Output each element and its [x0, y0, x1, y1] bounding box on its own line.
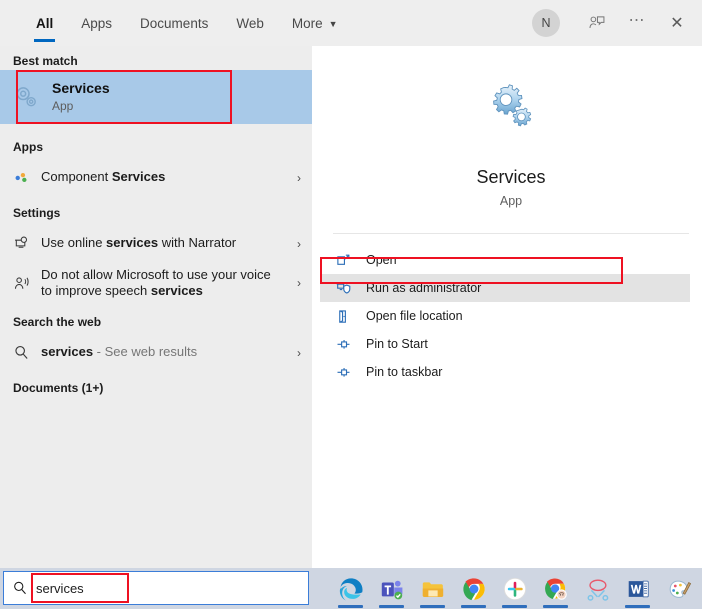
best-match-title: Services [52, 79, 110, 96]
action-label: Open file location [366, 309, 463, 323]
preview-app-kind: App [499, 194, 523, 208]
person-feedback-icon[interactable] [578, 3, 616, 43]
taskbar-item-google-chrome[interactable] [453, 568, 494, 609]
chevron-right-icon[interactable]: › [286, 276, 312, 290]
running-indicator [338, 605, 363, 608]
action-label: Pin to Start [366, 337, 428, 351]
running-indicator [420, 605, 445, 608]
taskbar-app-icons [330, 568, 699, 609]
taskbar-item-file-explorer[interactable] [412, 568, 453, 609]
result-do-not-allow-speech-services[interactable]: Do not allow Microsoft to use your voice… [0, 260, 312, 306]
documents-heading: Documents (1+) [13, 381, 104, 395]
chevron-right-icon[interactable]: › [286, 237, 312, 251]
component-services-icon [13, 169, 41, 186]
search-icon [13, 344, 41, 361]
taskbar-item-paint[interactable] [658, 568, 699, 609]
best-match-text: Services App [52, 79, 110, 115]
result-label: Component Services [41, 169, 166, 185]
web-heading: Search the web [13, 315, 102, 329]
settings-heading: Settings [13, 206, 61, 220]
app-preview-panel: Services App Open Run as administrator O… [320, 46, 702, 568]
search-filter-tabs: All Apps Documents Web More ▼ [0, 0, 352, 46]
taskbar-item-chrome-profile[interactable] [535, 568, 576, 609]
taskbar-item-microsoft-word[interactable] [617, 568, 658, 609]
action-label: Pin to taskbar [366, 365, 443, 379]
taskbar-search-box[interactable]: services [3, 571, 309, 605]
gears-icon [482, 82, 540, 145]
divider [333, 233, 689, 234]
preview-hero: Services App [320, 46, 702, 208]
result-component-services[interactable]: Component Services › [0, 161, 312, 194]
speech-person-icon [13, 275, 41, 292]
ellipsis-icon[interactable]: ⋯ [618, 3, 656, 43]
tab-more[interactable]: More ▼ [278, 0, 352, 46]
close-icon[interactable]: ✕ [658, 3, 696, 43]
chevron-right-icon[interactable]: › [286, 346, 312, 360]
action-pin-to-taskbar[interactable]: Pin to taskbar [320, 358, 690, 386]
tab-all-label: All [36, 15, 54, 31]
taskbar-item-slack[interactable] [494, 568, 535, 609]
action-pin-to-start[interactable]: Pin to Start [320, 330, 690, 358]
running-indicator [543, 605, 568, 608]
header-actions: N ⋯ ✕ [532, 0, 702, 46]
app-actions-list: Open Run as administrator Open file loca… [320, 246, 702, 386]
chevron-down-icon: ▼ [328, 19, 338, 29]
tab-apps[interactable]: Apps [67, 0, 126, 46]
shield-screen-icon [336, 281, 366, 296]
tab-apps-label: Apps [81, 15, 113, 31]
start-menu-search-window: All Apps Documents Web More ▼ N ⋯ ✕ Best… [0, 0, 702, 609]
result-label: services - See web results [41, 344, 198, 360]
result-web-services[interactable]: services - See web results › [0, 336, 312, 369]
taskbar-item-microsoft-teams[interactable] [371, 568, 412, 609]
action-label: Run as administrator [366, 281, 482, 295]
apps-heading: Apps [13, 140, 43, 154]
settings-section: Settings Use online services with Narrat… [0, 198, 312, 306]
action-open[interactable]: Open [320, 246, 690, 274]
pin-icon [336, 365, 366, 380]
web-section: Search the web services - See web result… [0, 307, 312, 369]
result-label: Do not allow Microsoft to use your voice… [41, 266, 271, 298]
action-run-as-administrator[interactable]: Run as administrator [320, 274, 690, 302]
close-glyph: ✕ [670, 15, 684, 32]
running-indicator [461, 605, 486, 608]
running-indicator [625, 605, 650, 608]
chevron-right-icon[interactable]: › [286, 171, 312, 185]
action-open-file-location[interactable]: Open file location [320, 302, 690, 330]
search-input[interactable]: services [36, 581, 84, 596]
action-label: Open [366, 253, 397, 267]
open-window-icon [336, 253, 366, 268]
apps-section: Apps Component Services › [0, 132, 312, 194]
preview-app-name: Services [476, 167, 546, 187]
search-header: All Apps Documents Web More ▼ N ⋯ ✕ [0, 0, 702, 46]
tab-more-label: More [291, 15, 323, 31]
avatar-initial: N [541, 16, 551, 30]
result-best-match-services[interactable]: Services App [0, 70, 312, 124]
documents-section: Documents (1+) [0, 373, 312, 402]
result-label: Use online services with Narrator [41, 235, 237, 251]
avatar[interactable]: N [532, 9, 560, 37]
result-use-online-services-narrator[interactable]: Use online services with Narrator › [0, 227, 312, 260]
gears-icon [0, 82, 52, 112]
best-match-subtitle: App [52, 99, 74, 114]
tab-web-label: Web [236, 15, 264, 31]
running-indicator [379, 605, 404, 608]
tab-documents-label: Documents [140, 15, 209, 31]
search-results-panel: Best match Services App Apps Component S… [0, 46, 312, 568]
running-indicator [502, 605, 527, 608]
folder-door-icon [336, 309, 366, 324]
narrator-monitor-icon [13, 235, 41, 252]
ellipsis-glyph: ⋯ [628, 12, 646, 29]
taskbar-item-microsoft-edge[interactable] [330, 568, 371, 609]
search-icon [4, 580, 36, 596]
pin-icon [336, 337, 366, 352]
tab-web[interactable]: Web [222, 0, 278, 46]
tab-all[interactable]: All [22, 0, 67, 46]
taskbar-item-snipping-tool[interactable] [576, 568, 617, 609]
tab-documents[interactable]: Documents [126, 0, 222, 46]
